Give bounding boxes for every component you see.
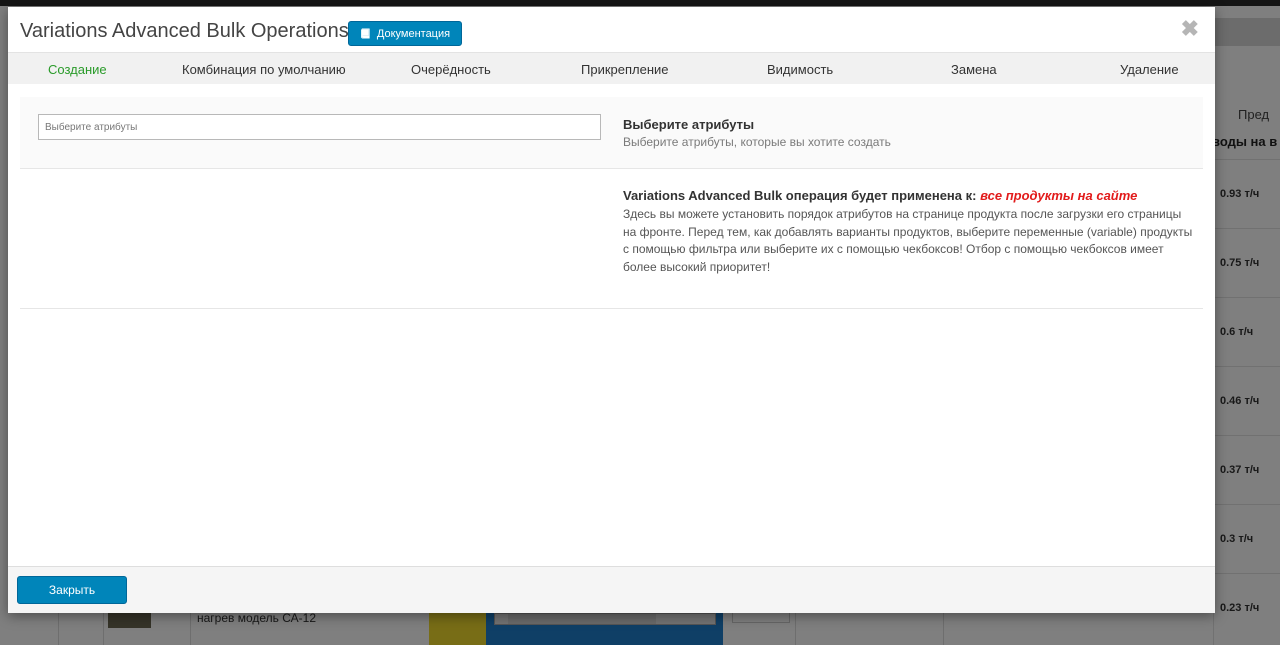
book-icon	[360, 28, 370, 39]
operation-info-row: Variations Advanced Bulk операция будет …	[20, 169, 1203, 309]
attributes-description: Выберите атрибуты, которые вы хотите соз…	[623, 135, 891, 149]
close-button[interactable]: Закрыть	[17, 576, 127, 604]
attributes-select-input[interactable]	[38, 114, 601, 140]
operations-tab-bar: Создание Комбинация по умолчанию Очерёдн…	[8, 52, 1215, 84]
tab-replace[interactable]: Замена	[951, 53, 997, 85]
tab-delete[interactable]: Удаление	[1120, 53, 1179, 85]
tab-default-combination[interactable]: Комбинация по умолчанию	[182, 53, 346, 85]
operation-description: Здесь вы можете установить порядок атриб…	[623, 207, 1193, 274]
tab-visibility[interactable]: Видимость	[767, 53, 833, 85]
operation-heading: Variations Advanced Bulk операция будет …	[623, 188, 1137, 203]
operation-target: все продукты на сайте	[980, 188, 1138, 203]
close-icon[interactable]: ✖	[1181, 18, 1199, 40]
documentation-button-label: Документация	[376, 27, 451, 40]
tab-attach[interactable]: Прикрепление	[581, 53, 669, 85]
documentation-button[interactable]: Документация	[348, 21, 462, 46]
modal-header: Variations Advanced Bulk Operations - До…	[8, 7, 1215, 52]
tab-order[interactable]: Очерёдность	[411, 53, 491, 85]
bulk-operations-modal: Variations Advanced Bulk Operations - До…	[8, 7, 1215, 613]
modal-footer: Закрыть	[8, 566, 1215, 613]
attributes-title: Выберите атрибуты	[623, 117, 755, 132]
tab-create[interactable]: Создание	[48, 53, 107, 85]
operation-heading-text: Variations Advanced Bulk операция будет …	[623, 188, 977, 203]
modal-title: Variations Advanced Bulk Operations -	[20, 20, 361, 42]
attributes-row: Выберите атрибуты Выберите атрибуты, кот…	[20, 97, 1203, 169]
